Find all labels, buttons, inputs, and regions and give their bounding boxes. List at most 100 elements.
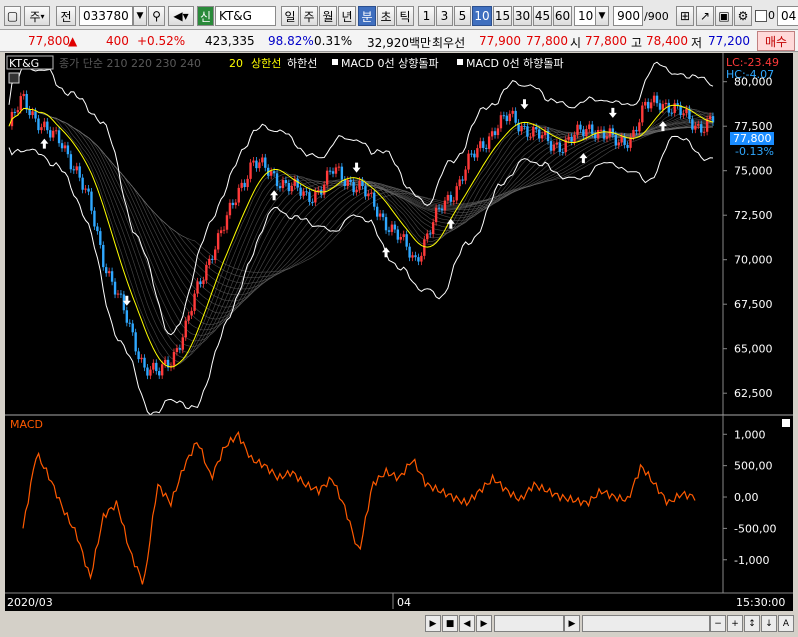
scroll-track[interactable] — [494, 615, 564, 632]
interval-60[interactable]: 60 — [553, 6, 572, 26]
zoom-out-icon[interactable]: − — [710, 615, 726, 632]
scroll-bar: ▶ ■ ◀ ▶ ▶ − + ↕ ↓ A — [0, 611, 798, 637]
turnover: 0.31% — [314, 34, 353, 48]
interval-5[interactable]: 5 — [454, 6, 471, 26]
candle-body — [228, 202, 232, 216]
candle-body — [599, 129, 603, 131]
candle-body — [387, 230, 391, 232]
candle-body — [644, 101, 647, 106]
count-input[interactable]: 900 — [613, 6, 643, 26]
candle-body — [13, 111, 17, 113]
period-month[interactable]: 월 — [319, 6, 337, 26]
mode-select[interactable]: 주 ▾ — [24, 6, 50, 26]
candle-body — [393, 224, 397, 230]
period-minute[interactable]: 분 — [358, 6, 376, 26]
candle-body — [249, 162, 252, 179]
interval-1[interactable]: 1 — [418, 6, 435, 26]
candle-body — [46, 121, 49, 131]
best-bid: 77,800 — [526, 34, 568, 48]
candle-body — [202, 280, 205, 285]
candle-body — [555, 142, 559, 145]
candle-body — [691, 119, 694, 130]
candle-body — [275, 173, 279, 187]
interval-input[interactable]: 10 — [574, 6, 596, 26]
candle-body — [311, 201, 314, 203]
stock-name-field[interactable]: KT&G — [215, 6, 276, 26]
lower-band-line — [8, 135, 714, 416]
overlay-checkbox[interactable] — [755, 10, 767, 22]
last-price-label: 77,800 — [733, 132, 772, 145]
sell-arrow-icon — [352, 162, 361, 173]
chart-area[interactable]: KT&G 종가 단순 210 220 230 240 20 상한선 하한선 MA… — [5, 53, 793, 611]
interval-15[interactable]: 15 — [493, 6, 512, 26]
trade-amount: 32,920백만 — [367, 36, 432, 50]
candle-body — [673, 103, 676, 113]
period-day[interactable]: 일 — [281, 6, 299, 26]
interval-10[interactable]: 10 — [472, 6, 492, 26]
candle-body — [570, 136, 573, 142]
scroll-next-icon[interactable]: ▶ — [564, 615, 580, 632]
period-week[interactable]: 주 — [300, 6, 318, 26]
table-icon[interactable] — [8, 72, 20, 84]
candle-body — [685, 108, 688, 114]
interval-dropdown[interactable]: ▼ — [595, 6, 609, 26]
candle-body — [93, 210, 96, 227]
ma-cloud-line — [8, 108, 714, 342]
next-icon[interactable]: ▶ — [476, 615, 492, 632]
low-label: 저 — [691, 36, 703, 50]
candle-body — [34, 111, 37, 119]
candle-body — [96, 226, 99, 232]
stock-code-input[interactable]: 033780 — [79, 6, 133, 26]
candle-body — [43, 121, 46, 128]
arrow-down-icon[interactable]: ↓ — [761, 615, 777, 632]
stop-icon[interactable]: ■ — [442, 615, 458, 632]
candle-body — [514, 110, 517, 123]
candle-body — [367, 193, 370, 197]
candle-body — [405, 234, 408, 247]
sound-icon[interactable]: ◀▾ — [168, 6, 194, 26]
candle-body — [502, 115, 506, 117]
candle-body — [149, 369, 152, 376]
candle-body — [63, 145, 67, 149]
period-tick[interactable]: 틱 — [396, 6, 414, 26]
candle-body — [116, 293, 120, 295]
gear-icon[interactable]: ⚙ — [734, 6, 752, 26]
candle-body — [322, 184, 326, 195]
code-dropdown[interactable]: ▼ — [133, 6, 147, 26]
current-price: 77,800 — [28, 34, 70, 48]
period-second[interactable]: 초 — [377, 6, 395, 26]
candle-body — [113, 281, 117, 295]
grid-icon[interactable]: ⊞ — [676, 6, 694, 26]
buy-button[interactable]: 매수 — [757, 31, 795, 51]
candle-body — [484, 147, 488, 149]
interval-30[interactable]: 30 — [513, 6, 532, 26]
save-icon[interactable]: ▣ — [715, 6, 733, 26]
auto-icon[interactable]: A — [778, 615, 794, 632]
macd-tick-label: 500,00 — [734, 460, 773, 473]
period-year[interactable]: 년 — [338, 6, 356, 26]
volume: 423,335 — [205, 34, 255, 48]
scroll-thumb[interactable] — [582, 615, 710, 632]
close-icon[interactable] — [782, 419, 790, 427]
compare-icon[interactable]: ↗ — [696, 6, 714, 26]
candle-body — [649, 102, 653, 109]
candle-body — [331, 171, 335, 174]
first-icon[interactable]: ◀ — [459, 615, 475, 632]
candle-body — [231, 202, 235, 206]
candle-body — [358, 180, 361, 190]
candle-body — [614, 134, 617, 146]
candle-body — [264, 157, 267, 168]
interval-45[interactable]: 45 — [533, 6, 552, 26]
zoom-in-icon[interactable]: + — [727, 615, 743, 632]
candle-body — [78, 166, 81, 178]
search-icon[interactable]: ⚲ — [148, 6, 165, 26]
side-field[interactable]: 04 — [777, 6, 798, 26]
interval-3[interactable]: 3 — [436, 6, 453, 26]
candle-body — [75, 166, 78, 171]
window-icon[interactable]: ▢ — [4, 6, 21, 26]
zoom-reset-icon[interactable]: ↕ — [744, 615, 760, 632]
scroll-left-icon[interactable]: ▶ — [425, 615, 441, 632]
candle-body — [611, 128, 615, 135]
prev-button[interactable]: 전 — [56, 6, 76, 26]
candle-body — [60, 143, 64, 149]
